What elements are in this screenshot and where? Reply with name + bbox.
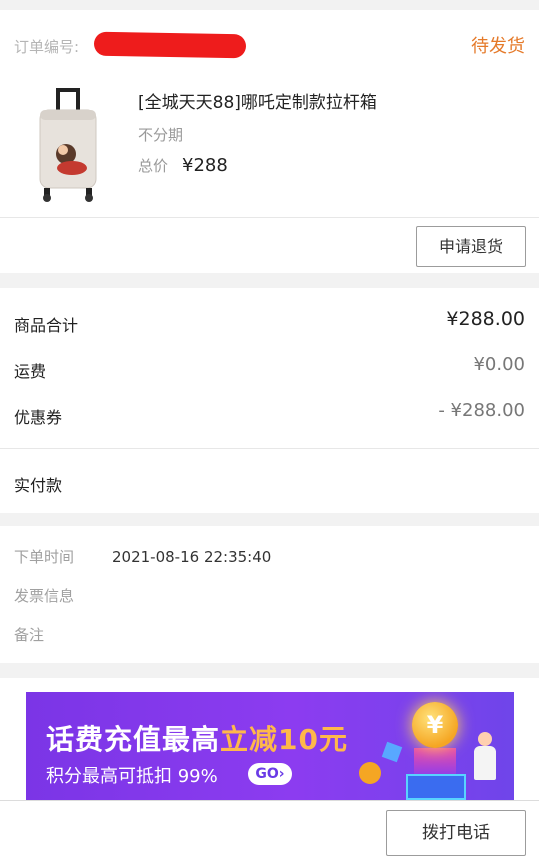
coupon-row: 优惠券 - ¥288.00: [14, 400, 525, 430]
shipping-value: ¥0.00: [473, 354, 525, 375]
promo-banner[interactable]: 话费充值最高立减10元 积分最高可抵扣 99% GO› ¥: [26, 692, 514, 800]
coupon-value: - ¥288.00: [438, 400, 525, 421]
order-info: 下单时间 2021-08-16 22:35:40 发票信息 备注: [0, 526, 539, 663]
person-figure-body: [474, 746, 496, 780]
banner-go-button[interactable]: GO›: [248, 763, 292, 785]
banner-subtitle: 积分最高可抵扣 99%: [46, 766, 218, 787]
subtotal-row: 商品合计 ¥288.00: [14, 308, 525, 338]
redacted-order-number: [93, 31, 247, 59]
paid-label: 实付款: [14, 476, 63, 495]
shipping-row: 运费 ¥0.00: [14, 354, 525, 384]
refund-button[interactable]: 申请退货: [416, 226, 526, 267]
order-summary: 商品合计 ¥288.00 运费 ¥0.00 优惠券 - ¥288.00 实付款: [0, 288, 539, 513]
remark-label: 备注: [14, 626, 45, 644]
small-coin-icon: [359, 762, 381, 784]
divider: [0, 217, 539, 218]
order-card: 订单编号: 待发货 [全城天天88]哪吒定制款拉杆箱 不分期 总价 ¥288 申请…: [0, 10, 539, 273]
order-header: 订单编号: 待发货: [14, 31, 525, 59]
price-label: 总价: [138, 157, 169, 175]
remark-row: 备注: [14, 624, 112, 646]
subtotal-value: ¥288.00: [446, 308, 525, 330]
order-number-label: 订单编号:: [14, 38, 80, 56]
luggage-suitcase-image[interactable]: [36, 88, 102, 204]
bottom-action-bar: 拨打电话: [0, 800, 539, 866]
promo-banner-wrapper: 话费充值最高立减10元 积分最高可抵扣 99% GO› ¥: [0, 678, 539, 800]
banner-title-text: 话费充值最高: [46, 723, 221, 756]
banner-title: 话费充值最高立减10元: [46, 718, 348, 758]
order-time-label: 下单时间: [14, 548, 75, 566]
subtotal-label: 商品合计: [14, 316, 79, 335]
coupon-label: 优惠券: [14, 408, 63, 427]
person-figure-head: [478, 732, 492, 746]
platform-block-decoration: [406, 774, 466, 800]
product-spec: 不分期: [138, 126, 184, 144]
order-time-value: 2021-08-16 22:35:40: [112, 548, 272, 566]
shipping-label: 运费: [14, 362, 47, 381]
order-status: 待发货: [471, 36, 525, 57]
price-value: ¥288: [182, 155, 228, 176]
cube-decoration: [381, 741, 403, 763]
call-button[interactable]: 拨打电话: [386, 810, 526, 856]
yuan-coin-icon: ¥: [412, 702, 458, 748]
invoice-label: 发票信息: [14, 587, 75, 605]
order-time-row: 下单时间 2021-08-16 22:35:40: [14, 546, 271, 568]
invoice-row: 发票信息: [14, 585, 112, 607]
product-title[interactable]: [全城天天88]哪吒定制款拉杆箱: [138, 88, 377, 113]
banner-title-highlight: 立减10元: [220, 723, 348, 756]
divider: [0, 448, 539, 449]
paid-row: 实付款: [14, 468, 525, 498]
product-price-row: 总价 ¥288: [138, 155, 228, 176]
